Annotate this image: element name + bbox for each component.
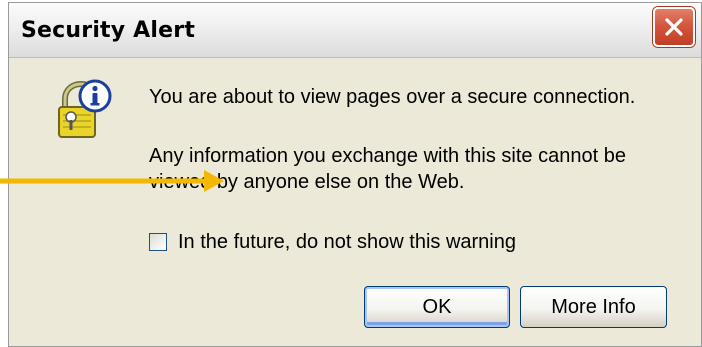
do-not-show-checkbox[interactable] [149, 233, 167, 251]
title-bar[interactable]: Security Alert [9, 3, 701, 58]
screenshot: Security Alert You are about to view pag… [0, 0, 702, 347]
window-title: Security Alert [21, 18, 196, 43]
primary-message: You are about to view pages over a secur… [149, 86, 636, 108]
ok-button[interactable]: OK [364, 286, 510, 328]
arrow-icon [0, 170, 224, 192]
do-not-show-label[interactable]: In the future, do not show this warning [178, 229, 516, 255]
more-info-button[interactable]: More Info [520, 286, 667, 328]
close-button[interactable] [653, 7, 695, 47]
close-icon [665, 18, 683, 36]
secondary-message: Any information you exchange with this s… [149, 145, 626, 193]
security-info-lock-icon [58, 79, 112, 138]
